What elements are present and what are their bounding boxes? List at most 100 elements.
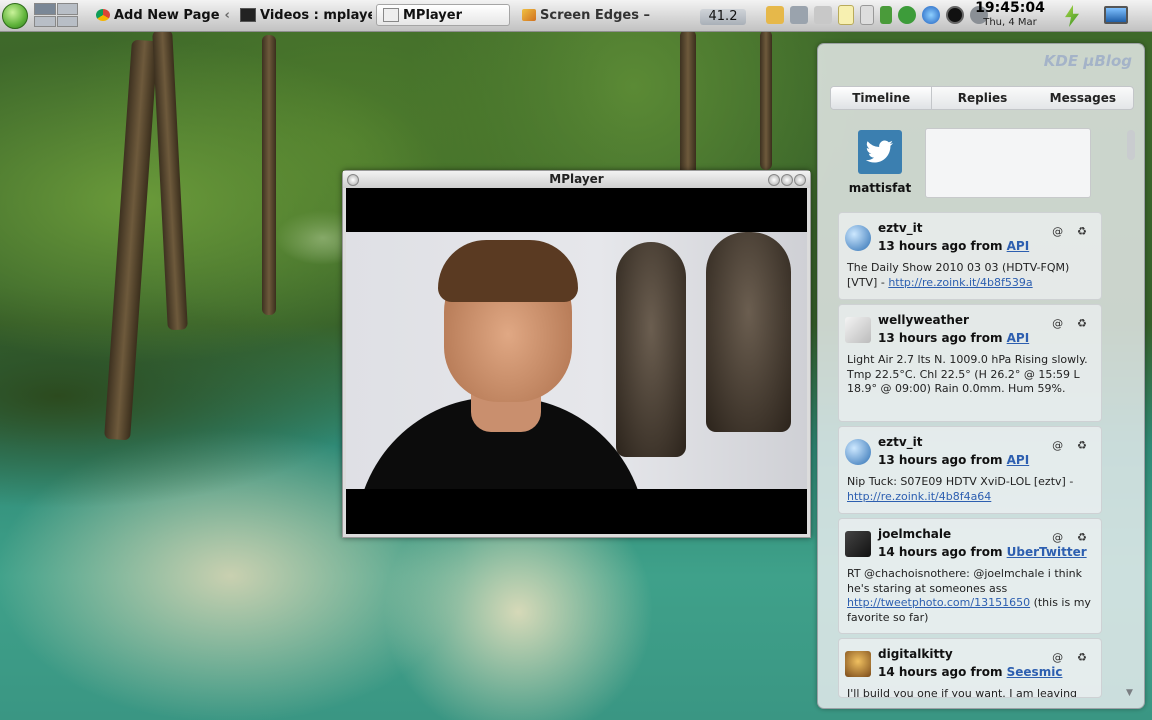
clipboard-icon[interactable] — [790, 6, 808, 24]
post-source-link[interactable]: UberTwitter — [1007, 545, 1087, 559]
reply-icon[interactable]: @ — [1052, 531, 1063, 544]
window-titlebar[interactable]: MPlayer — [343, 171, 810, 188]
mannequin — [706, 232, 791, 432]
post-source-link[interactable]: API — [1007, 239, 1030, 253]
post-link[interactable]: http://re.zoink.it/4b8f539a — [888, 276, 1032, 289]
video-frame — [346, 232, 807, 489]
chrome-icon — [96, 9, 110, 21]
post-meta: 13 hours ago from API — [878, 453, 1029, 467]
temperature-readout: 41.2 — [700, 9, 746, 25]
task-suffix: ‹ — [224, 7, 230, 23]
globe-avatar-icon — [845, 225, 871, 251]
battery-icon[interactable] — [860, 5, 874, 25]
post-username[interactable]: joelmchale — [878, 527, 951, 541]
clock-time: 19:45:04 — [975, 0, 1045, 16]
post-time: 13 hours ago from — [878, 453, 1003, 467]
mannequin — [616, 242, 686, 457]
compose-input[interactable] — [925, 128, 1091, 198]
scrollbar[interactable]: ▼ — [1126, 122, 1136, 698]
window-title: MPlayer — [549, 172, 604, 186]
terminal-icon — [240, 8, 256, 22]
post-item: eztv_it 13 hours ago from API @ ♻ The Dai… — [838, 212, 1102, 300]
window-icon — [383, 8, 399, 22]
tab-replies[interactable]: Replies — [932, 87, 1032, 109]
post-username[interactable]: digitalkitty — [878, 647, 953, 661]
post-item: wellyweather 13 hours ago from API @ ♻ Li… — [838, 304, 1102, 422]
post-link[interactable]: http://tweetphoto.com/13151650 — [847, 596, 1030, 609]
globe-avatar-icon — [845, 439, 871, 465]
close-button[interactable] — [794, 174, 806, 186]
post-actions: @ ♻ — [1052, 651, 1087, 664]
retweet-icon[interactable]: ♻ — [1077, 439, 1087, 452]
post-text: Light Air 2.7 lts N. 1009.0 hPa Rising s… — [847, 353, 1095, 397]
network-icon[interactable] — [880, 6, 892, 24]
post-item: joelmchale 14 hours ago from UberTwitter… — [838, 518, 1102, 634]
kde-menu-icon[interactable] — [2, 3, 28, 29]
post-text-content: I'll build you one if you want. I am lea… — [847, 687, 1078, 698]
reply-icon[interactable]: @ — [1052, 317, 1063, 330]
reply-icon[interactable]: @ — [1052, 225, 1063, 238]
notes-icon[interactable] — [838, 5, 854, 25]
post-actions: @ ♻ — [1052, 531, 1087, 544]
task-mplayer[interactable]: MPlayer — [376, 4, 510, 26]
background-tree — [152, 29, 188, 331]
reply-icon[interactable]: @ — [1052, 439, 1063, 452]
volume-icon[interactable] — [814, 6, 832, 24]
task-label: Screen Edges – S — [540, 7, 654, 23]
cat-avatar-icon — [845, 651, 871, 677]
browser-icon[interactable] — [922, 6, 940, 24]
window-menu-button[interactable] — [347, 174, 359, 186]
clock-date: Thu, 4 Mar — [983, 17, 1037, 28]
post-source-link[interactable]: Seesmic — [1007, 665, 1063, 679]
desktop-pager[interactable] — [34, 3, 78, 27]
task-add-new-page[interactable]: Add New Page ‹ — [90, 4, 230, 26]
clock[interactable]: 19:45:04 Thu, 4 Mar — [975, 0, 1045, 29]
post-meta: 14 hours ago from Seesmic — [878, 665, 1062, 679]
desktop-2[interactable] — [56, 3, 78, 15]
desktop-1[interactable] — [34, 3, 56, 15]
microblog-widget: KDE μBlog Timeline Replies Messages matt… — [817, 43, 1145, 709]
scrollbar-thumb[interactable] — [1127, 130, 1135, 160]
task-screen-edges[interactable]: Screen Edges – S — [516, 4, 654, 26]
stop-icon[interactable] — [946, 6, 964, 24]
maximize-button[interactable] — [781, 174, 793, 186]
mail-icon[interactable] — [766, 6, 784, 24]
update-icon[interactable] — [898, 6, 916, 24]
power-icon[interactable] — [1065, 5, 1079, 27]
post-link[interactable]: http://re.zoink.it/4b8f4a64 — [847, 490, 991, 503]
retweet-icon[interactable]: ♻ — [1077, 651, 1087, 664]
task-label: Videos : mplayer — [260, 7, 372, 23]
windmill-avatar-icon — [845, 317, 871, 343]
task-label: MPlayer — [403, 7, 462, 23]
widget-logo: KDE μBlog — [1043, 52, 1132, 70]
post-text: I'll build you one if you want. I am lea… — [847, 687, 1095, 698]
tab-messages[interactable]: Messages — [1033, 87, 1133, 109]
system-tray — [766, 3, 988, 27]
person-avatar-icon — [845, 531, 871, 557]
video-area[interactable] — [346, 188, 807, 534]
post-source-link[interactable]: API — [1007, 331, 1030, 345]
post-username[interactable]: wellyweather — [878, 313, 969, 327]
retweet-icon[interactable]: ♻ — [1077, 317, 1087, 330]
post-username[interactable]: eztv_it — [878, 221, 923, 235]
desktop-4[interactable] — [56, 15, 78, 27]
display-icon[interactable] — [1104, 6, 1128, 24]
task-videos-mplayer[interactable]: Videos : mplayer — [234, 4, 372, 26]
post-item: eztv_it 13 hours ago from API @ ♻ Nip Tuc… — [838, 426, 1102, 514]
retweet-icon[interactable]: ♻ — [1077, 531, 1087, 544]
post-text-content: Nip Tuck: S07E09 HDTV XviD-LOL [eztv] - — [847, 475, 1074, 488]
post-actions: @ ♻ — [1052, 439, 1087, 452]
tab-timeline[interactable]: Timeline — [831, 87, 933, 109]
scroll-down-icon[interactable]: ▼ — [1126, 688, 1133, 698]
desktop-3[interactable] — [34, 15, 56, 27]
post-meta: 13 hours ago from API — [878, 331, 1029, 345]
taskbar: Add New Page ‹ Videos : mplayer MPlayer … — [0, 0, 1152, 32]
post-source-link[interactable]: API — [1007, 453, 1030, 467]
mplayer-window[interactable]: MPlayer — [342, 170, 811, 538]
post-username[interactable]: eztv_it — [878, 435, 923, 449]
reply-icon[interactable]: @ — [1052, 651, 1063, 664]
presenter-hair — [438, 240, 578, 302]
minimize-button[interactable] — [768, 174, 780, 186]
retweet-icon[interactable]: ♻ — [1077, 225, 1087, 238]
background-tree — [104, 39, 158, 441]
